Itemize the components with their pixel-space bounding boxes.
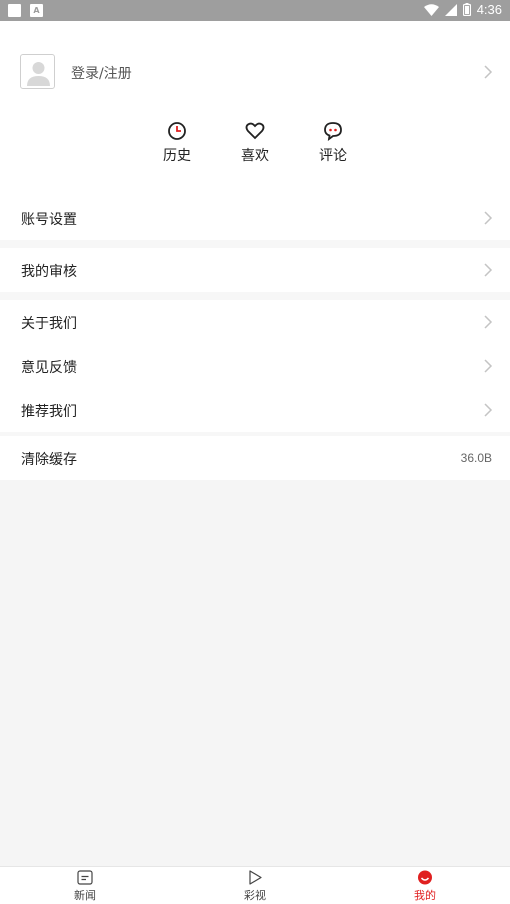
account-settings-row[interactable]: 账号设置 (0, 196, 510, 240)
comment-icon (324, 122, 342, 141)
about-us-row[interactable]: 关于我们 (0, 300, 510, 344)
chevron-right-icon (484, 211, 493, 225)
my-review-label: 我的审核 (21, 264, 77, 280)
clear-cache-row[interactable]: 清除缓存 36.0B (0, 436, 510, 480)
chevron-right-icon (484, 403, 493, 417)
status-notifications: A (8, 4, 43, 17)
cache-size-value: 36.0B (460, 451, 492, 465)
feedback-row[interactable]: 意见反馈 (0, 344, 510, 388)
tab-video[interactable]: 彩视 (225, 870, 285, 903)
tab-news[interactable]: 新闻 (55, 870, 115, 903)
default-avatar-icon (27, 62, 50, 86)
clear-cache-label: 清除缓存 (21, 452, 77, 468)
profile-login-row[interactable]: 登录/注册 (0, 21, 510, 121)
recommend-us-label: 推荐我们 (21, 404, 77, 420)
likes-label: 喜欢 (241, 148, 269, 164)
section-divider (0, 240, 510, 248)
quick-actions: 历史 喜欢 评论 (0, 121, 510, 196)
chevron-right-icon (484, 359, 493, 373)
heart-icon (245, 122, 265, 140)
chevron-right-icon (484, 65, 493, 79)
login-register-link[interactable]: 登录/注册 (71, 63, 132, 83)
feedback-label: 意见反馈 (21, 360, 77, 376)
tab-me-label: 我的 (414, 889, 436, 902)
likes-button[interactable]: 喜欢 (225, 121, 285, 165)
notification-a-icon: A (30, 4, 43, 17)
wifi-icon (423, 3, 439, 16)
chevron-right-icon (484, 263, 493, 277)
comments-button[interactable]: 评论 (303, 121, 363, 165)
tab-me[interactable]: 我的 (395, 870, 455, 903)
comments-label: 评论 (319, 148, 347, 164)
bottom-navigation: 新闻 彩视 我的 (0, 866, 510, 904)
account-settings-label: 账号设置 (21, 212, 77, 228)
clock-icon (168, 122, 186, 140)
status-indicators: 4:36 (423, 2, 502, 17)
battery-icon (462, 3, 471, 16)
section-divider (0, 292, 510, 300)
status-bar: A 4:36 (0, 0, 510, 21)
history-button[interactable]: 历史 (147, 121, 207, 165)
chevron-right-icon (484, 315, 493, 329)
history-label: 历史 (163, 148, 191, 164)
status-time: 4:36 (476, 2, 502, 17)
avatar[interactable] (20, 54, 55, 89)
play-icon (249, 870, 262, 885)
news-icon (77, 870, 93, 885)
notification-square-icon (8, 4, 21, 17)
main-content: 登录/注册 历史 喜欢 评论 账号设置 我的审核 关于我们 意见反馈 推荐我们 … (0, 21, 510, 480)
about-us-label: 关于我们 (21, 316, 77, 332)
me-icon (418, 870, 432, 885)
tab-news-label: 新闻 (74, 889, 96, 902)
my-review-row[interactable]: 我的审核 (0, 248, 510, 292)
signal-icon (444, 3, 457, 16)
recommend-us-row[interactable]: 推荐我们 (0, 388, 510, 432)
tab-video-label: 彩视 (244, 889, 266, 902)
